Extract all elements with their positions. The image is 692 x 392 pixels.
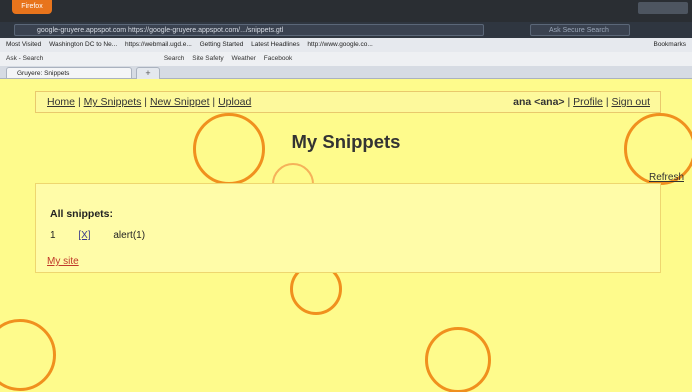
snippet-row: 1 [X] alert(1) xyxy=(50,230,145,241)
menu-separator: | xyxy=(77,96,81,108)
browser-title-bar: Firefox xyxy=(0,0,692,22)
site-menu-bar: Home | My Snippets | New Snippet | Uploa… xyxy=(35,91,661,113)
menu-separator: | xyxy=(567,96,571,108)
url-bar[interactable]: google-gruyere.appspot.com https://googl… xyxy=(14,24,484,36)
toolbar-search-button[interactable]: Search xyxy=(164,55,185,62)
snippets-panel: All snippets: 1 [X] alert(1) My site xyxy=(35,183,661,273)
home-link[interactable]: Home xyxy=(47,96,75,108)
page-content: Home | My Snippets | New Snippet | Uploa… xyxy=(0,79,692,392)
menu-separator: | xyxy=(144,96,148,108)
bookmark-webmail[interactable]: https://webmail.ugd.e... xyxy=(125,41,192,48)
firefox-menu-button[interactable]: Firefox xyxy=(12,0,52,14)
bookmark-google[interactable]: http://www.google.co... xyxy=(307,41,372,48)
window-controls[interactable] xyxy=(638,2,688,14)
bookmark-washington[interactable]: Washington DC to Ne... xyxy=(49,41,117,48)
browser-search-box[interactable]: Ask Secure Search xyxy=(530,24,630,36)
delete-snippet-link[interactable]: [X] xyxy=(78,230,90,241)
site-safety-button[interactable]: Site Safety xyxy=(192,55,223,62)
bookmarks-toolbar: Most Visited Washington DC to Ne... http… xyxy=(0,38,692,53)
tab-bar: Gruyere: Snippets + xyxy=(0,66,692,80)
menu-separator: | xyxy=(605,96,609,108)
decorative-circle xyxy=(0,319,56,391)
bookmark-most-visited[interactable]: Most Visited xyxy=(6,41,41,48)
ask-search-field[interactable]: Ask - Search xyxy=(6,52,156,66)
sign-out-link[interactable]: Sign out xyxy=(611,96,650,108)
my-site-link[interactable]: My site xyxy=(47,256,79,267)
bookmarks-menu-button[interactable]: Bookmarks xyxy=(653,38,686,52)
current-user: ana <ana> xyxy=(513,96,565,108)
decorative-circle xyxy=(425,327,491,392)
new-snippet-link[interactable]: New Snippet xyxy=(150,96,210,108)
weather-button[interactable]: Weather xyxy=(231,55,255,62)
snippet-index: 1 xyxy=(50,230,56,241)
all-snippets-heading: All snippets: xyxy=(50,208,114,220)
ask-toolbar: Ask - Search Search Site Safety Weather … xyxy=(0,52,692,67)
refresh-link[interactable]: Refresh xyxy=(649,172,684,183)
profile-link[interactable]: Profile xyxy=(573,96,603,108)
bookmark-latest-headlines[interactable]: Latest Headlines xyxy=(251,41,299,48)
upload-link[interactable]: Upload xyxy=(218,96,251,108)
bookmark-getting-started[interactable]: Getting Started xyxy=(200,41,244,48)
facebook-button[interactable]: Facebook xyxy=(264,55,293,62)
my-snippets-link[interactable]: My Snippets xyxy=(84,96,142,108)
tab-gruyere-snippets[interactable]: Gruyere: Snippets xyxy=(6,67,132,78)
menu-separator: | xyxy=(212,96,216,108)
navigation-bar: google-gruyere.appspot.com https://googl… xyxy=(0,22,692,38)
snippet-text: alert(1) xyxy=(113,230,146,241)
page-title: My Snippets xyxy=(291,131,401,152)
